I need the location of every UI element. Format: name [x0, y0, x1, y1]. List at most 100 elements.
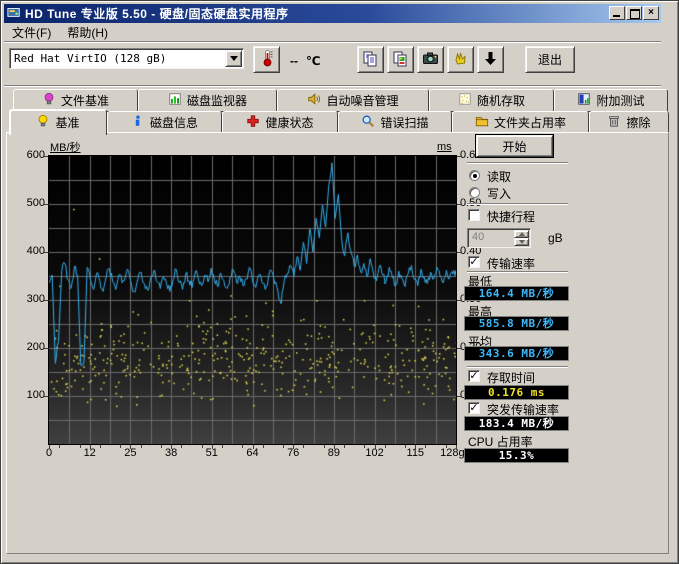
tab-擦除[interactable]: 擦除	[589, 111, 669, 134]
close-button[interactable]: ×	[643, 6, 659, 20]
transfer-rate-checkbox[interactable]	[468, 256, 480, 268]
thermometer-icon	[258, 49, 276, 70]
tick-mark	[457, 300, 461, 301]
tick-mark	[212, 445, 213, 449]
copy-report-button[interactable]	[357, 46, 384, 73]
access-time-checkbox[interactable]	[468, 370, 480, 382]
stepper-up-button[interactable]	[514, 230, 529, 238]
tick-mark	[242, 445, 243, 448]
burst-rate-checkbox[interactable]	[468, 402, 480, 414]
aam-icon	[307, 92, 321, 109]
tab-label: 文件基准	[61, 92, 109, 109]
options-button[interactable]	[447, 46, 474, 73]
temperature-value: --	[290, 54, 298, 68]
menu-item-help[interactable]: 帮助(H)	[59, 22, 116, 43]
tab-label: 磁盘监视器	[187, 92, 247, 109]
maximize-button[interactable]	[626, 6, 642, 20]
folder-icon	[475, 114, 489, 131]
burst-rate-value-display: 183.4 MB/秒	[464, 416, 569, 431]
drive-select-value: Red Hat VirtIO (128 gB)	[10, 52, 225, 65]
tick-mark	[44, 252, 48, 253]
tab-label: 错误扫描	[380, 114, 428, 131]
transfer-rate-label[interactable]: 传输速率	[487, 255, 535, 272]
read-radio-label[interactable]: 读取	[487, 168, 511, 185]
tick-mark	[44, 204, 48, 205]
y-left-axis-title: MB/秒	[50, 139, 81, 155]
tick-mark	[375, 445, 376, 449]
tab-磁盘监视器[interactable]: 磁盘监视器	[138, 89, 277, 112]
tick-mark	[385, 445, 386, 448]
exit-button[interactable]: 退出	[525, 46, 575, 73]
tab-附加测试[interactable]: 附加测试	[554, 89, 668, 112]
tab-label: 健康状态	[265, 114, 313, 131]
tick-mark	[364, 445, 365, 448]
write-radio[interactable]	[469, 187, 480, 198]
tab-自动噪音管理[interactable]: 自动噪音管理	[277, 89, 429, 112]
tick-mark	[263, 445, 264, 448]
tab-文件夹占用率[interactable]: 文件夹占用率	[452, 111, 589, 134]
tab-基准[interactable]: 基准	[9, 109, 107, 135]
copy-image-button[interactable]	[387, 46, 414, 73]
menu-item-file[interactable]: 文件(F)	[4, 22, 59, 43]
tick-mark	[49, 445, 50, 449]
tab-磁盘信息[interactable]: 磁盘信息	[107, 111, 222, 134]
tab-label: 基准	[55, 114, 79, 131]
y-left-tick-label: 400	[15, 245, 45, 257]
start-button[interactable]: 开始	[476, 135, 553, 157]
temperature-button[interactable]	[253, 46, 280, 73]
tick-mark	[161, 445, 162, 448]
short-stroke-size-stepper[interactable]: 40	[467, 228, 531, 248]
tab-label: 随机存取	[477, 92, 525, 109]
short-stroke-label[interactable]: 快捷行程	[487, 208, 535, 225]
benchmark-icon	[36, 114, 50, 131]
tick-mark	[100, 445, 101, 448]
read-radio[interactable]	[469, 170, 480, 181]
temperature-unit: ℃	[306, 54, 321, 68]
copy-image-icon	[392, 50, 409, 70]
tick-mark	[425, 445, 426, 448]
tick-mark	[405, 445, 406, 448]
exit-button-label: 退出	[538, 51, 562, 68]
window-title: HD Tune 专业版 5.50 - 硬盘/固态硬盘实用程序	[25, 5, 288, 22]
tick-mark	[80, 445, 81, 448]
tab-错误扫描[interactable]: 错误扫描	[338, 111, 452, 134]
tick-mark	[446, 445, 447, 448]
info-icon	[131, 114, 145, 131]
divider	[4, 41, 661, 43]
tick-mark	[44, 300, 48, 301]
stepper-down-button[interactable]	[514, 238, 529, 246]
tab-label: 自动噪音管理	[326, 92, 398, 109]
drive-select[interactable]: Red Hat VirtIO (128 gB)	[9, 48, 244, 69]
screenshot-button[interactable]	[417, 46, 444, 73]
y-right-axis-title: ms	[437, 141, 452, 153]
tick-mark	[324, 445, 325, 448]
save-results-button[interactable]	[477, 46, 504, 73]
tick-mark	[344, 445, 345, 448]
down-arrow-icon	[482, 50, 499, 70]
access-time-value-display: 0.176 ms	[464, 385, 569, 400]
y-left-tick-label: 200	[15, 341, 45, 353]
divider	[467, 203, 568, 205]
file-benchmark-icon	[42, 92, 56, 109]
tick-mark	[141, 445, 142, 448]
drive-select-dropdown-button[interactable]	[225, 50, 242, 67]
benchmark-chart	[48, 155, 457, 445]
tick-mark	[457, 396, 461, 397]
tab-健康状态[interactable]: 健康状态	[222, 111, 338, 134]
tab-label: 文件夹占用率	[494, 114, 566, 131]
write-radio-label[interactable]: 写入	[487, 185, 511, 202]
erase-icon	[607, 114, 621, 131]
title-bar[interactable]: HD Tune 专业版 5.50 - 硬盘/固态硬盘实用程序 ×	[4, 4, 661, 23]
start-button-label: 开始	[502, 138, 526, 155]
short-stroke-checkbox[interactable]	[468, 209, 480, 221]
tick-mark	[222, 445, 223, 448]
minimize-button[interactable]	[609, 6, 625, 20]
tick-mark	[457, 156, 461, 157]
tab-随机存取[interactable]: 随机存取	[429, 89, 554, 112]
tick-mark	[202, 445, 203, 448]
hand-icon	[452, 50, 469, 70]
tick-mark	[171, 445, 172, 449]
access-time-label[interactable]: 存取时间	[487, 369, 535, 386]
y-left-tick-label: 300	[15, 293, 45, 305]
hdtune-window: HD Tune 专业版 5.50 - 硬盘/固态硬盘实用程序 × 文件(F)帮助…	[0, 0, 679, 564]
